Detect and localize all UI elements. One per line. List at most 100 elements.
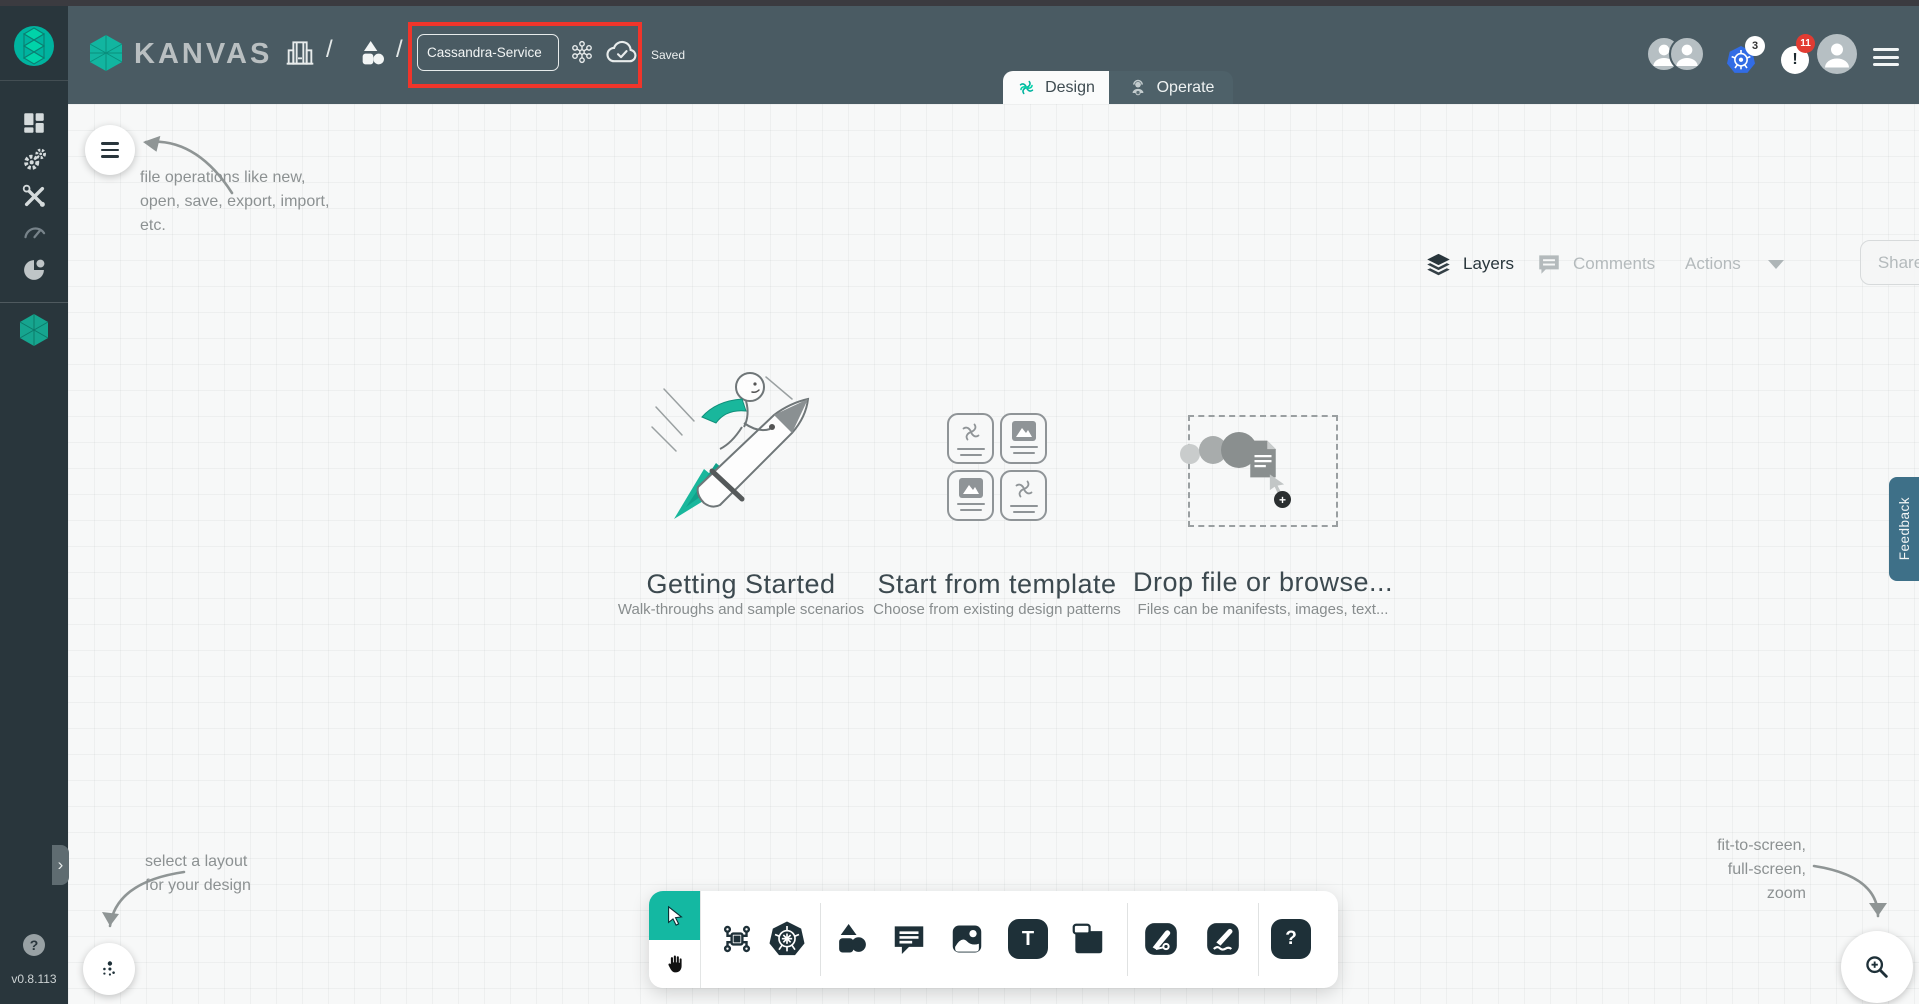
drop-file-card[interactable]: + Drop file or browse... Files can be ma… <box>1108 359 1408 618</box>
kubernetes-context-button[interactable]: 3 <box>1725 36 1771 80</box>
shapes-icon <box>839 923 866 953</box>
sidebar-help-button[interactable]: ? <box>23 934 45 956</box>
group-tool[interactable] <box>1067 918 1109 960</box>
layout-select-button[interactable] <box>83 943 135 995</box>
freehand-tool[interactable] <box>1202 918 1244 960</box>
layers-button[interactable]: Layers <box>1425 244 1514 284</box>
help-tool-tile: ? <box>1271 919 1311 959</box>
pointer-tools <box>649 891 701 988</box>
freehand-pencil-icon <box>1207 923 1239 955</box>
organization-icon[interactable] <box>284 36 316 70</box>
meshery-logo-icon[interactable] <box>12 24 56 68</box>
zoom-controls-button[interactable] <box>1841 931 1913 1003</box>
start-from-template-title: Start from template <box>877 569 1117 599</box>
sidebar-item-performance[interactable] <box>0 218 68 245</box>
mesh-sync-icon[interactable] <box>568 38 596 66</box>
drop-cursor-icon <box>1269 474 1285 493</box>
text-tool-glyph: T <box>1021 927 1035 950</box>
layout-annotation: select a layout for your design <box>145 853 251 894</box>
hand-icon <box>668 955 682 973</box>
template-tile-image-2 <box>947 470 994 521</box>
toolbar-divider-3 <box>1258 903 1259 976</box>
saved-status: Saved <box>651 48 686 62</box>
notifications-count-badge: 11 <box>1796 34 1815 53</box>
sidebar-item-kanvas[interactable] <box>16 312 52 348</box>
feedback-tab[interactable]: Feedback <box>1889 477 1919 581</box>
collaborator-avatar-2[interactable] <box>1669 36 1705 72</box>
template-image-icon <box>1011 421 1036 441</box>
drop-circle-small <box>1180 444 1200 464</box>
cloud-saved-icon[interactable] <box>605 37 639 67</box>
zoom-arrow <box>1812 864 1887 918</box>
comment-tool[interactable] <box>888 918 930 960</box>
share-button[interactable]: Share <box>1860 240 1919 285</box>
rocket-doodle <box>651 372 810 519</box>
chevron-down-icon <box>1767 259 1784 269</box>
image-tool[interactable] <box>946 918 988 960</box>
menu-icon <box>101 142 119 158</box>
shapes-tool[interactable] <box>830 918 872 960</box>
drop-file-subtitle: Files can be manifests, images, text... <box>1137 601 1389 618</box>
app-version: v0.8.113 <box>11 972 57 986</box>
kanvas-app: ? v0.8.113 › KANVAS / / Cassandra-Servic… <box>0 0 1919 1004</box>
sidebar-separator <box>0 80 68 81</box>
actions-dropdown[interactable]: Actions <box>1685 244 1784 284</box>
template-image-icon-2 <box>958 478 983 498</box>
select-tool[interactable] <box>649 891 700 940</box>
kanvas-logo-text: KANVAS <box>134 38 273 70</box>
profile-avatar[interactable] <box>1817 34 1857 74</box>
kanvas-logo-icon[interactable] <box>88 34 124 72</box>
gears-icon <box>23 148 46 170</box>
comments-button[interactable]: Comments <box>1536 244 1655 284</box>
template-grid <box>947 413 1047 521</box>
help-tool[interactable]: ? <box>1270 918 1312 960</box>
components-tool[interactable] <box>716 918 758 960</box>
design-spiral-icon <box>1019 80 1034 95</box>
start-from-template-card[interactable]: Start from template Choose from existing… <box>845 359 1145 618</box>
template-tile-design-2 <box>1000 470 1047 521</box>
zoom-in-icon <box>1866 956 1888 978</box>
pan-tool[interactable] <box>649 940 700 988</box>
toolbar-divider-2 <box>1127 903 1128 976</box>
drop-plus-badge: + <box>1274 491 1291 508</box>
gauge-icon <box>23 227 45 239</box>
dashboard-icon <box>24 113 44 133</box>
tab-operate-label: Operate <box>1156 78 1215 96</box>
operate-agent-icon <box>1132 79 1144 95</box>
zoom-annotation: fit-to-screen, full-screen, zoom <box>1717 837 1806 902</box>
image-icon <box>952 925 982 953</box>
text-tool[interactable]: T <box>1007 918 1049 960</box>
sidebar-item-dashboard[interactable] <box>0 110 68 136</box>
header-menu-button[interactable] <box>1873 48 1899 66</box>
pen-tool[interactable] <box>1140 918 1182 960</box>
breadcrumb-separator-2: / <box>396 36 403 63</box>
file-ops-annotation: file operations like new, open, save, ex… <box>140 169 330 234</box>
sidebar-item-extensions[interactable] <box>0 256 68 284</box>
file-operations-menu-button[interactable] <box>85 125 135 175</box>
layers-icon <box>1427 253 1450 275</box>
sidebar-item-lifecycle[interactable] <box>0 146 68 173</box>
layout-graph-icon <box>103 961 115 976</box>
tab-operate[interactable]: Operate <box>1109 71 1233 104</box>
bottom-toolbar: T ? <box>649 891 1338 988</box>
comment-icon <box>894 926 924 955</box>
kubernetes-tool[interactable] <box>766 918 808 960</box>
tab-design[interactable]: Design <box>1003 71 1109 104</box>
template-tile-design <box>947 413 994 464</box>
feedback-label: Feedback <box>1896 497 1912 561</box>
template-spiral-icon-2 <box>1015 480 1032 498</box>
mode-tabs: Design Operate <box>1003 71 1233 104</box>
drop-file-title: Drop file or browse... <box>1132 567 1394 597</box>
workspace-shapes-icon[interactable] <box>356 36 388 70</box>
layers-label: Layers <box>1463 254 1515 273</box>
sidebar-expand-button[interactable]: › <box>52 845 69 885</box>
sidebar-item-configuration[interactable] <box>0 183 68 210</box>
template-tile-image <box>1000 413 1047 464</box>
components-icon <box>723 925 751 953</box>
drop-zone[interactable]: + <box>1180 415 1338 527</box>
design-name-input[interactable] <box>417 34 559 71</box>
design-canvas[interactable]: file operations like new, open, save, ex… <box>68 104 1919 1004</box>
top-header: KANVAS / / Cassandra-Service Saved Desig… <box>68 6 1919 104</box>
comments-label: Comments <box>1573 254 1656 273</box>
kubernetes-tool-icon <box>769 921 805 956</box>
